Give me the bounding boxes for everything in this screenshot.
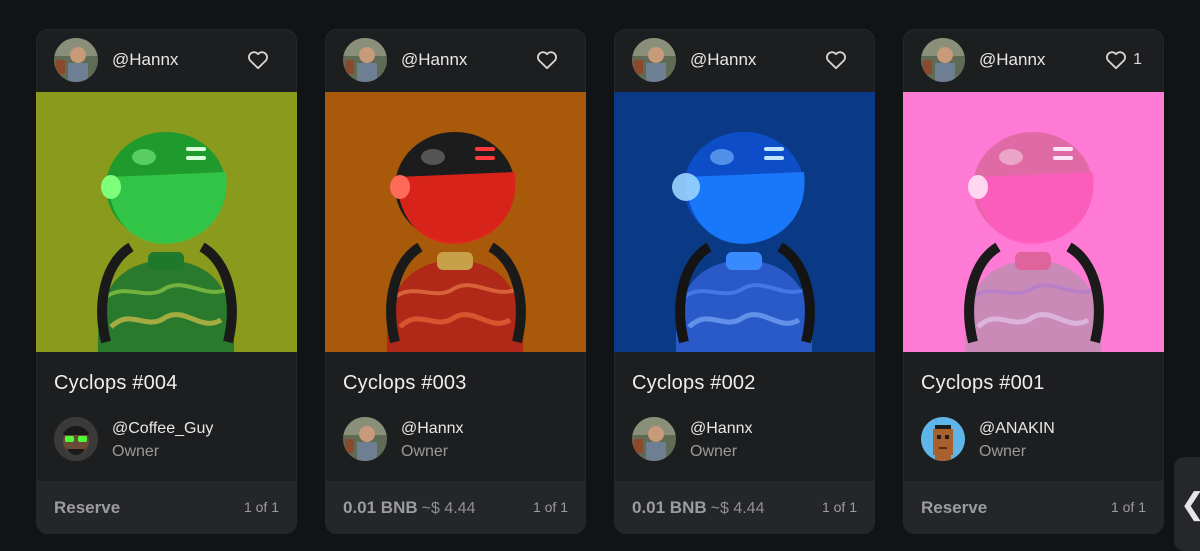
card-footer: 0.01 BNB ~$ 4.44 1 of 1	[325, 481, 586, 534]
card-header: @Hannx	[614, 29, 875, 92]
owner-avatar-hannx[interactable]	[632, 417, 676, 461]
owner-avatar-coffee-guy[interactable]	[54, 417, 98, 461]
owner-name[interactable]: @Coffee_Guy	[112, 420, 213, 438]
nft-card[interactable]: @Hannx Cyclops #00	[36, 29, 297, 534]
owner-name[interactable]: @ANAKIN	[979, 420, 1055, 438]
price-usd: ~$ 4.44	[421, 500, 476, 517]
nft-artwork[interactable]	[903, 92, 1164, 352]
owner-avatar-anakin[interactable]	[921, 417, 965, 461]
owner-label: Owner	[690, 443, 738, 460]
price-label: 0.01 BNB ~$ 4.44	[343, 498, 476, 517]
nft-title[interactable]: Cyclops #002	[632, 372, 756, 395]
owner-name[interactable]: @Hannx	[401, 420, 464, 438]
card-footer: Reserve 1 of 1	[903, 481, 1164, 534]
nft-title[interactable]: Cyclops #001	[921, 372, 1045, 395]
edition-count: 1 of 1	[243, 499, 279, 515]
owner-label: Owner	[401, 443, 449, 460]
cyclops-artwork-image	[325, 92, 586, 352]
owner-label: Owner	[979, 443, 1027, 460]
heart-outline-icon	[826, 51, 846, 70]
like-button[interactable]	[536, 50, 564, 70]
cyclops-artwork-image	[36, 92, 297, 352]
edition-count: 1 of 1	[532, 499, 568, 515]
creator-name[interactable]: @Hannx	[979, 50, 1045, 70]
heart-outline-icon	[1106, 51, 1127, 70]
edition-count: 1 of 1	[821, 499, 857, 515]
card-header: @Hannx	[36, 29, 297, 92]
side-drawer-toggle[interactable]: ❮	[1174, 457, 1200, 551]
like-button[interactable]: 1	[1105, 50, 1142, 70]
cyclops-artwork-image	[903, 92, 1164, 352]
nft-title[interactable]: Cyclops #004	[54, 372, 178, 395]
nft-card[interactable]: @Hannx Cyclops #00	[325, 29, 586, 534]
creator-avatar[interactable]	[632, 38, 676, 82]
nft-artwork[interactable]	[614, 92, 875, 352]
creator-avatar[interactable]	[921, 38, 965, 82]
like-button[interactable]	[825, 50, 853, 70]
card-header: @Hannx	[325, 29, 586, 92]
nft-artwork[interactable]	[325, 92, 586, 352]
nft-card[interactable]: @Hannx 1 Cyclops #001 @ANAKIN Owner Rese…	[903, 29, 1164, 534]
like-button[interactable]	[247, 50, 275, 70]
price-label: Reserve	[54, 498, 121, 517]
heart-outline-icon	[537, 51, 557, 70]
price-usd: ~$ 4.44	[710, 500, 765, 517]
creator-name[interactable]: @Hannx	[112, 50, 178, 70]
owner-label: Owner	[112, 443, 160, 460]
like-count: 1	[1133, 51, 1142, 68]
price-label: Reserve	[921, 498, 988, 517]
nft-artwork[interactable]	[36, 92, 297, 352]
creator-avatar[interactable]	[343, 38, 387, 82]
edition-count: 1 of 1	[1110, 499, 1146, 515]
owner-avatar-hannx[interactable]	[343, 417, 387, 461]
nft-card[interactable]: @Hannx Cyclops #00	[614, 29, 875, 534]
cyclops-artwork-image	[614, 92, 875, 352]
heart-outline-icon	[248, 51, 268, 70]
creator-name[interactable]: @Hannx	[401, 50, 467, 70]
card-footer: Reserve 1 of 1	[36, 481, 297, 534]
creator-name[interactable]: @Hannx	[690, 50, 756, 70]
owner-name[interactable]: @Hannx	[690, 420, 753, 438]
price-label: 0.01 BNB ~$ 4.44	[632, 498, 765, 517]
creator-avatar[interactable]	[54, 38, 98, 82]
card-header: @Hannx 1	[903, 29, 1164, 92]
card-footer: 0.01 BNB ~$ 4.44 1 of 1	[614, 481, 875, 534]
nft-title[interactable]: Cyclops #003	[343, 372, 467, 395]
chevron-left-icon: ❮	[1180, 487, 1200, 522]
nft-card-grid: @Hannx Cyclops #004 @Coffee_Guy Owner Re…	[0, 0, 1200, 551]
